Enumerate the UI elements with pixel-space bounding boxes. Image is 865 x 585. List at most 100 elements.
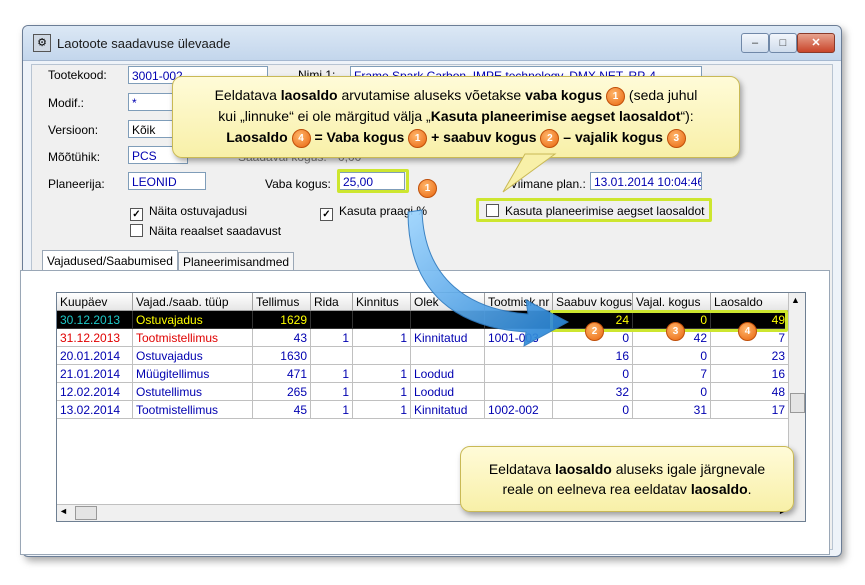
cell-laosaldo[interactable]: 48 — [711, 383, 789, 401]
planeerija-label: Planeerija: — [48, 177, 105, 191]
maximize-button[interactable]: □ — [769, 33, 797, 53]
cell-tellimus[interactable]: 265 — [253, 383, 311, 401]
callout-top-text: kui „linnuke“ ei ole märgitud välja „ — [218, 107, 431, 124]
cell-tyyp[interactable]: Tootmistellimus — [133, 401, 253, 419]
cell-vajalik[interactable]: 31 — [633, 401, 711, 419]
cell-vajalik[interactable]: 0 — [633, 347, 711, 365]
mootuhik-label: Mõõtühik: — [48, 150, 101, 164]
tab-vajadused[interactable]: Vajadused/Saabumised — [42, 250, 178, 271]
cell-tellimus[interactable]: 45 — [253, 401, 311, 419]
cell-projekt[interactable] — [485, 365, 553, 383]
formula-vajalik: – vajalik kogus — [559, 128, 667, 145]
cell-rida[interactable]: 1 — [311, 383, 353, 401]
badge-4: 4 — [291, 128, 311, 148]
app-icon: ⚙ — [33, 34, 51, 52]
cell-projekt[interactable] — [485, 383, 553, 401]
badge-3: 3 — [666, 128, 686, 148]
callout-top-bold: laosaldo — [280, 87, 338, 103]
cell-saabuv[interactable]: 0 — [553, 365, 633, 383]
formula-vaba: = Vaba kogus — [314, 128, 409, 145]
cell-saabuv[interactable]: 0 — [553, 401, 633, 419]
cell-olek[interactable]: Kinnitatud — [411, 401, 485, 419]
chk-ostuvajadusi-label: Näita ostuvajadusi — [149, 204, 248, 218]
window-title: Laotoote saadavuse ülevaade — [57, 36, 231, 51]
cell-kuupaev[interactable]: 12.02.2014 — [57, 383, 133, 401]
cell-rida[interactable] — [311, 347, 353, 365]
badge-2-saabuv: 2 — [585, 322, 604, 341]
plan-field[interactable]: 13.01.2014 10:04:46 — [590, 172, 702, 190]
cell-tellimus[interactable]: 43 — [253, 329, 311, 347]
cell-tyyp[interactable]: Müügitellimus — [133, 365, 253, 383]
badge-2: 2 — [540, 128, 560, 148]
cell-kuupaev[interactable]: 13.02.2014 — [57, 401, 133, 419]
cell-laosaldo[interactable]: 17 — [711, 401, 789, 419]
col-tyyp[interactable]: Vajad./saab. tüüp — [133, 293, 253, 311]
badge-1: 1 — [408, 128, 428, 148]
cell-kuupaev[interactable]: 20.01.2014 — [57, 347, 133, 365]
cell-kinnitus[interactable]: 1 — [353, 401, 411, 419]
col-vajalik[interactable]: Vajal. kogus — [633, 293, 711, 311]
callout-top-text: arvutamise aluseks võetakse — [337, 87, 526, 103]
callout-bottom-bold: laosaldo — [690, 481, 748, 497]
arrow-graphic — [407, 209, 570, 347]
col-rida[interactable]: Rida — [311, 293, 353, 311]
checkbox-empty-icon — [130, 224, 143, 237]
cell-tyyp[interactable]: Tootmistellimus — [133, 329, 253, 347]
versioon-label: Versioon: — [48, 123, 99, 137]
cell-tyyp[interactable]: Ostuvajadus — [133, 311, 253, 329]
planeerija-field[interactable]: LEONID — [128, 172, 206, 190]
scroll-left-icon[interactable]: ◄ — [59, 506, 68, 516]
hscroll-thumb[interactable] — [75, 506, 97, 520]
cell-rida[interactable] — [311, 311, 353, 329]
close-button[interactable]: ✕ — [797, 33, 835, 53]
tootekood-label: Tootekood: — [48, 68, 107, 82]
cell-kuupaev[interactable]: 21.01.2014 — [57, 365, 133, 383]
callout-bottom-text: Eeldatava — [488, 461, 556, 477]
callout-top-bold: vaba kogus — [525, 87, 603, 103]
scroll-thumb[interactable] — [790, 393, 805, 413]
cell-kinnitus[interactable]: 1 — [353, 383, 411, 401]
cell-tyyp[interactable]: Ostutellimus — [133, 383, 253, 401]
cell-kinnitus[interactable]: 1 — [353, 365, 411, 383]
cell-olek[interactable]: Loodud — [411, 365, 485, 383]
callout-top-text: Eeldatava — [214, 87, 281, 103]
badge-1: 1 — [606, 86, 626, 106]
col-tellimus[interactable]: Tellimus — [253, 293, 311, 311]
cell-laosaldo[interactable]: 16 — [711, 365, 789, 383]
checkbox-checked-icon: ✓ — [130, 208, 143, 221]
cell-rida[interactable]: 1 — [311, 329, 353, 347]
cell-saabuv[interactable]: 32 — [553, 383, 633, 401]
cell-tellimus[interactable]: 1629 — [253, 311, 311, 329]
cell-vajalik[interactable]: 7 — [633, 365, 711, 383]
cell-kuupaev[interactable]: 31.12.2013 — [57, 329, 133, 347]
minimize-button[interactable]: – — [741, 33, 769, 53]
checkbox-checked-icon: ✓ — [320, 208, 333, 221]
scroll-up-icon[interactable]: ▲ — [791, 295, 800, 305]
cell-laosaldo[interactable]: 23 — [711, 347, 789, 365]
cell-olek[interactable]: Loodud — [411, 383, 485, 401]
cell-tellimus[interactable]: 1630 — [253, 347, 311, 365]
col-laosaldo[interactable]: Laosaldo — [711, 293, 789, 311]
formula-saabuv: + saabuv kogus — [427, 128, 541, 145]
callout-bottom-bold: laosaldo — [555, 461, 612, 477]
tab-planeerimisandmed[interactable]: Planeerimisandmed — [178, 252, 295, 271]
chk-reaalset[interactable]: Näita reaalset saadavust — [130, 224, 281, 238]
formula-laosaldo: Laosaldo — [226, 128, 288, 145]
cell-vajalik[interactable]: 0 — [633, 383, 711, 401]
cell-rida[interactable]: 1 — [311, 365, 353, 383]
callout-top-text: “): — [680, 107, 694, 124]
chk-ostuvajadusi[interactable]: ✓ Näita ostuvajadusi — [130, 204, 247, 221]
cell-rida[interactable]: 1 — [311, 401, 353, 419]
col-kuupaev[interactable]: Kuupäev — [57, 293, 133, 311]
callout-bottom-text: aluseks igale järgnevale — [611, 461, 766, 477]
cell-kuupaev[interactable]: 30.12.2013 — [57, 311, 133, 329]
callout-bottom-text: . — [747, 481, 752, 497]
title-bar: ⚙ Laotoote saadavuse ülevaade – □ ✕ — [23, 26, 841, 61]
badge-1-vaba: 1 — [418, 179, 437, 198]
callout-top-bold: Kasuta planeerimise aegset laosaldot — [430, 107, 681, 124]
cell-projekt[interactable]: 1002-002 — [485, 401, 553, 419]
badge-3-vajalik: 3 — [666, 322, 685, 341]
modif-label: Modif.: — [48, 96, 85, 110]
cell-tyyp[interactable]: Ostuvajadus — [133, 347, 253, 365]
cell-tellimus[interactable]: 471 — [253, 365, 311, 383]
